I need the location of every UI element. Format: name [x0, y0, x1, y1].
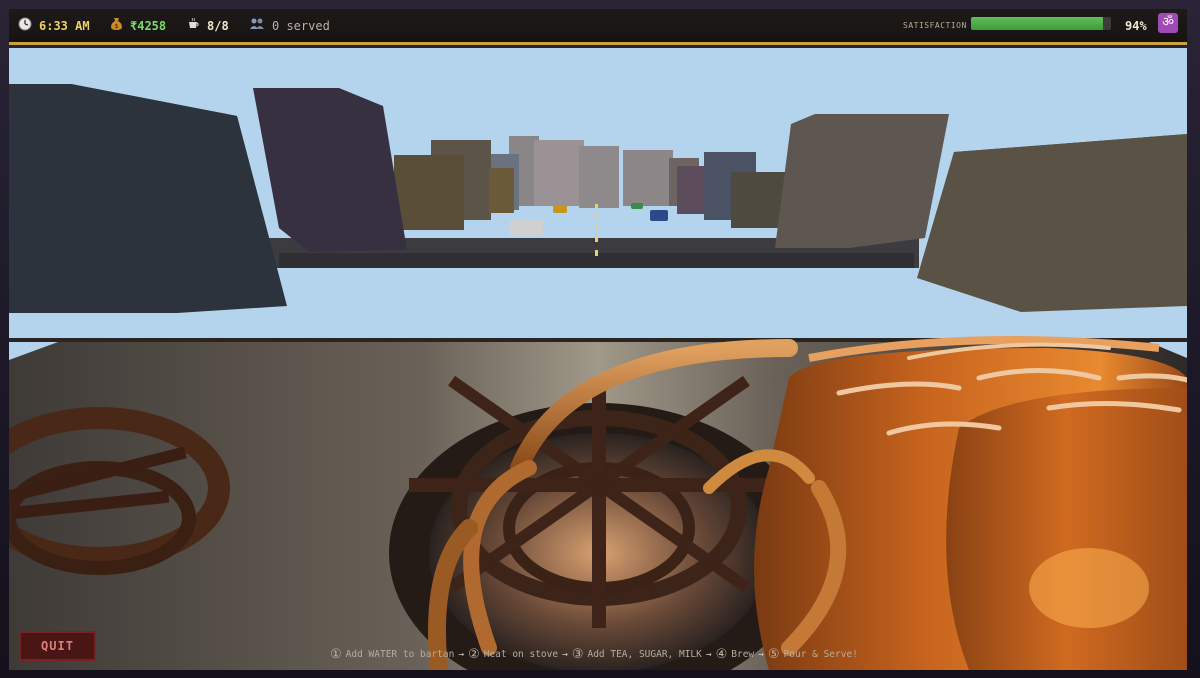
satisfaction-label-wrap: SATISFACTION [903, 9, 967, 42]
hud-bar: 6:33 AM $ ₹4258 8/8 0 served SATISFACTIO… [9, 9, 1187, 45]
om-icon[interactable]: ॐ [1158, 13, 1178, 33]
step-text: Add WATER to bartan [345, 648, 455, 660]
hud-time: 6:33 AM [18, 9, 90, 42]
quit-button[interactable]: QUIT [19, 631, 96, 661]
step-arrow: → [562, 648, 568, 660]
chai-cup-icon [187, 17, 200, 34]
clock-icon [18, 17, 32, 35]
car-green [631, 203, 643, 209]
money-bag-icon: $ [110, 17, 123, 35]
game-frame: 6:33 AM $ ₹4258 8/8 0 served SATISFACTIO… [0, 0, 1200, 678]
served-value: 0 served [272, 18, 330, 33]
satisfaction-pct-wrap: 94% [1125, 9, 1147, 42]
satisfaction-bar [971, 17, 1111, 30]
step-text: Pour & Serve! [783, 648, 858, 660]
step-number: ② [468, 646, 480, 662]
step-text: Add TEA, SUGAR, MILK [587, 648, 702, 660]
step-text: Heat on stove [483, 648, 559, 660]
time-value: 6:33 AM [39, 18, 90, 33]
scene-svg [9, 48, 1187, 670]
instructions-bar: ① Add WATER to bartan → ② Heat on stove → ③ Add… [330, 645, 870, 663]
satisfaction-label: SATISFACTION [903, 21, 967, 30]
hud-money: $ ₹4258 [110, 9, 166, 42]
car-yellow [553, 205, 567, 213]
money-value: ₹4258 [130, 18, 167, 33]
step-number: ④ [715, 646, 728, 662]
satisfaction-percent: 94% [1125, 18, 1147, 33]
svg-text:$: $ [115, 23, 119, 30]
step-arrow: → [758, 648, 764, 660]
step-arrow: → [458, 648, 465, 660]
car-blue [650, 210, 668, 221]
car-white [509, 220, 543, 236]
customers-icon [249, 17, 265, 34]
hud-served: 0 served [249, 9, 330, 42]
step-text: Brew [731, 648, 755, 660]
step-number: ③ [571, 646, 584, 662]
hud-cups: 8/8 [187, 9, 229, 42]
satisfaction-fill [971, 17, 1103, 30]
step-number: ① [330, 646, 342, 662]
building-right [775, 114, 949, 248]
step-arrow: → [705, 648, 712, 660]
step-number: ⑤ [767, 646, 780, 662]
game-viewport[interactable] [9, 48, 1187, 670]
cups-value: 8/8 [207, 18, 229, 33]
